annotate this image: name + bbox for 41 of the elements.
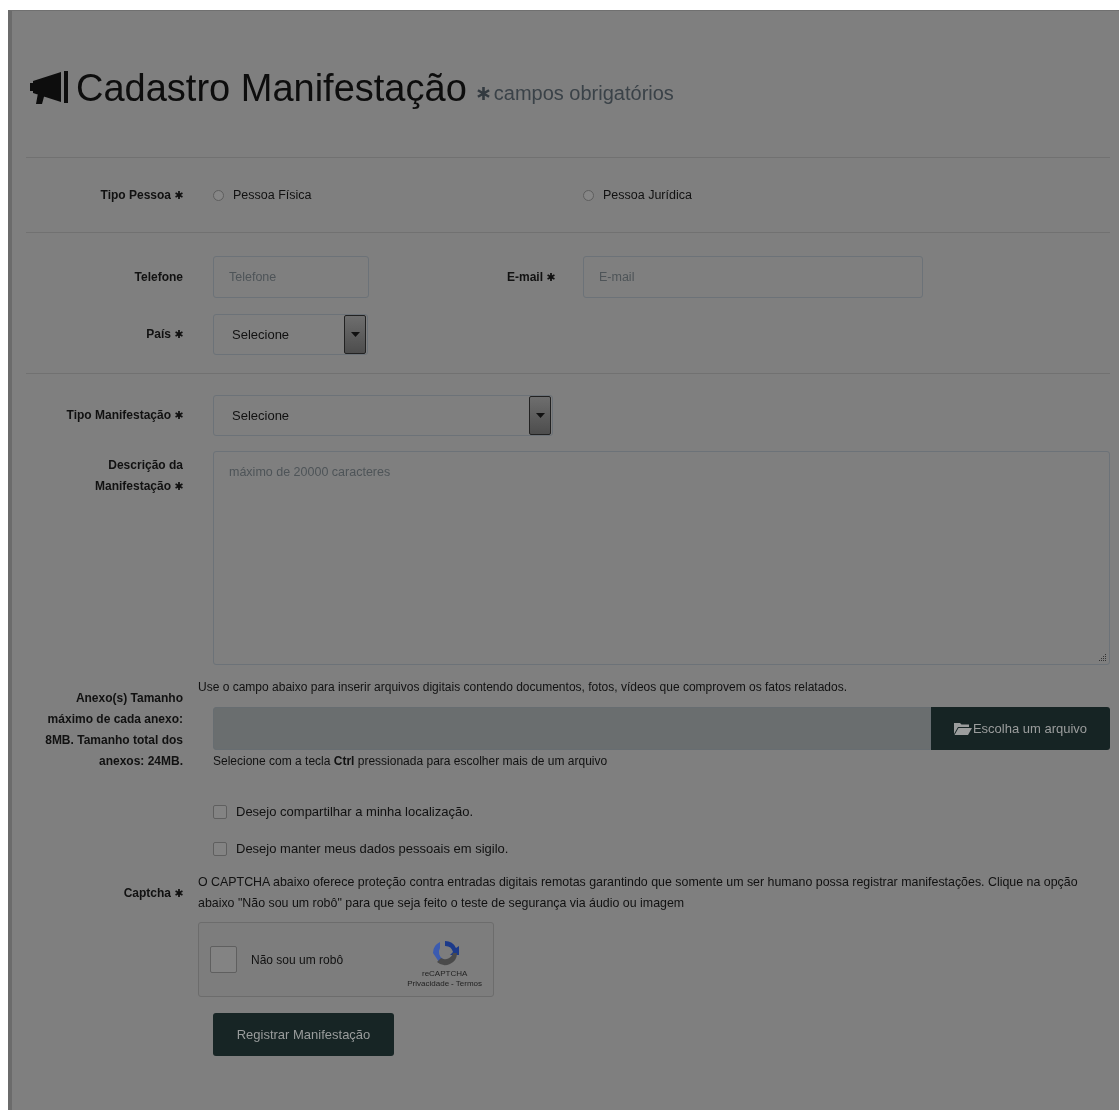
radio-label: Pessoa Jurídica: [603, 188, 692, 202]
separator-text: -: [451, 978, 454, 988]
field-label: E-mail: [383, 266, 555, 288]
radio-label: Pessoa Física: [233, 188, 312, 202]
dropdown-button[interactable]: [529, 396, 551, 435]
country-select[interactable]: Selecione: [213, 314, 368, 355]
resize-grip-icon: [1099, 654, 1106, 661]
dropdown-button[interactable]: [344, 315, 366, 354]
field-label: Telefone: [133, 268, 183, 286]
privacy-link[interactable]: Privacidade: [407, 978, 450, 988]
submit-button[interactable]: Registrar Manifestação: [213, 1013, 394, 1056]
checkbox[interactable]: [213, 841, 227, 856]
checkbox-label: Não sou um robô: [251, 952, 345, 967]
field-label: Captcha: [26, 883, 183, 904]
checkbox[interactable]: [210, 946, 237, 973]
field-label: País: [26, 324, 183, 345]
checkbox-label: Desejo manter meus dados pessoais em sigilo.: [236, 841, 509, 856]
select-value: Selecione: [232, 408, 290, 423]
caret-icon: [535, 413, 545, 418]
select-value: Selecione: [232, 327, 290, 342]
choose-file-button[interactable]: Escolha um arquivo: [931, 707, 1110, 750]
type-select[interactable]: Selecione: [213, 395, 553, 436]
folder-icon: [953, 722, 972, 735]
page-title: Cadastro Manifestação: [76, 66, 467, 110]
radio-button[interactable]: [213, 189, 224, 201]
attachment-label: Anexo(s) Tamanho máximo de cada anexo: 8MB. Tamanho total dos anexos: 24MB.: [44, 690, 183, 770]
file-field[interactable]: [213, 707, 931, 750]
field-label: Descrição da Manifestação: [93, 457, 183, 495]
captcha-info: O CAPTCHA abaixo oferece proteção contra entradas digitais remotas garantindo que somente um ser humano possa registrar manifestações. Clique na opção abaixo "Não sou um robô" para que seja feito o teste de segurança via áudio ou imagem: [198, 874, 1079, 912]
terms-link[interactable]: Termos: [455, 978, 482, 988]
caret-icon: [350, 332, 360, 337]
asterisk-icon: [476, 86, 490, 100]
radio-button[interactable]: [583, 189, 594, 201]
field-label: Tipo Manifestação: [26, 405, 183, 426]
field-label: Tipo Pessoa: [26, 184, 183, 206]
checkbox[interactable]: [213, 804, 227, 819]
brand-text: reCAPTCHA: [421, 968, 468, 978]
note-text: campos obrigatórios: [493, 81, 674, 105]
hint-text: Selecione com a tecla Ctrl pressionada para escolher mais de um arquivo: [213, 754, 609, 768]
help-text: Use o campo abaixo para inserir arquivos digitais contendo documentos, fotos, vídeos que comprovem os fatos relatados.: [198, 680, 848, 694]
checkbox-label: Desejo compartilhar a minha localização.: [236, 804, 473, 819]
